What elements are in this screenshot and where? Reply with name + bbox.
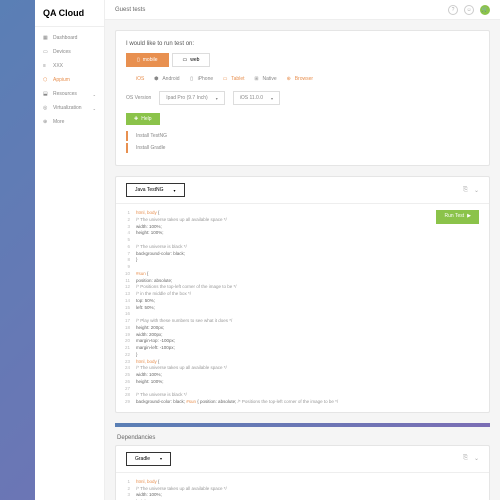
help-item-gradle[interactable]: Install Gradle xyxy=(126,143,479,153)
toggle-mobile[interactable]: ▯mobile xyxy=(126,53,169,67)
toggle-web[interactable]: ▭web xyxy=(172,53,211,67)
virtualization-icon: ◎ xyxy=(43,105,49,111)
nav-xxx[interactable]: ≡XXX xyxy=(35,59,104,73)
expand-icon[interactable]: ⌄ xyxy=(474,187,479,194)
apple-icon xyxy=(126,75,134,83)
resources-icon: ⬓ xyxy=(43,91,49,97)
sidebar: QA Cloud ▦Dashboard ▭Devices ≡XXX ⬡Appiu… xyxy=(35,0,105,500)
nav-virtualization[interactable]: ◎Virtualization⌄ xyxy=(35,101,104,115)
code-panel: Java TestNG ⎘ ⌄ Run Test▶ 12345678910111… xyxy=(115,176,490,413)
deps-editor[interactable]: 1234567 html, body { /* The universe tak… xyxy=(116,473,489,500)
dashboard-icon: ▦ xyxy=(43,35,49,41)
run-test-button[interactable]: Run Test▶ xyxy=(436,210,479,224)
more-icon: ⊕ xyxy=(43,119,49,125)
chevron-down-icon: ⌄ xyxy=(93,106,96,111)
help-icon[interactable]: ? xyxy=(448,5,458,15)
plus-icon: ✚ xyxy=(134,116,138,122)
web-icon: ▭ xyxy=(183,57,188,63)
platform-iphone[interactable]: ▯iPhone xyxy=(188,75,214,83)
nav-devices[interactable]: ▭Devices xyxy=(35,45,104,59)
devices-icon: ▭ xyxy=(43,49,49,55)
dependencies-title: Dependancies xyxy=(115,435,490,441)
topbar: Guest tests ? ☺ 🛒 xyxy=(105,0,500,20)
help-item-testng[interactable]: Install TestNG xyxy=(126,131,479,141)
browser-icon: ⊕ xyxy=(285,75,293,83)
language-dropdown[interactable]: Java TestNG xyxy=(126,183,185,197)
platform-android[interactable]: ⬢Android xyxy=(152,75,179,83)
platform-tablet[interactable]: ▭Tablet xyxy=(221,75,244,83)
android-icon: ⬢ xyxy=(152,75,160,83)
code-editor[interactable]: Run Test▶ 123456789101112131415161718192… xyxy=(116,204,489,412)
cart-icon[interactable]: 🛒 xyxy=(480,5,490,15)
tablet-icon: ▭ xyxy=(221,75,229,83)
user-icon[interactable]: ☺ xyxy=(464,5,474,15)
line-numbers: 1234567 xyxy=(120,479,130,500)
expand-icon[interactable]: ⌄ xyxy=(474,455,479,462)
native-icon: ⊞ xyxy=(253,75,261,83)
os-dropdown[interactable]: iOS 11.0.0 xyxy=(233,91,280,105)
platform-browser[interactable]: ⊕Browser xyxy=(285,75,313,83)
device-dropdown[interactable]: Ipad Pro (9.7 Inch) xyxy=(159,91,224,105)
divider-bar xyxy=(115,423,490,427)
config-heading: I would like to run test on: xyxy=(126,41,479,47)
appium-icon: ⬡ xyxy=(43,77,49,83)
deps-dropdown[interactable]: Gradle xyxy=(126,452,171,466)
version-label: OS Version xyxy=(126,95,151,101)
copy-icon[interactable]: ⎘ xyxy=(463,187,468,194)
nav-appium[interactable]: ⬡Appium xyxy=(35,73,104,87)
nav-more[interactable]: ⊕More xyxy=(35,115,104,129)
mobile-icon: ▯ xyxy=(137,57,140,63)
nav-resources[interactable]: ⬓Resources⌄ xyxy=(35,87,104,101)
copy-icon[interactable]: ⎘ xyxy=(463,455,468,462)
platform-ios[interactable]: iOS xyxy=(126,75,144,83)
app-logo: QA Cloud xyxy=(35,0,104,27)
config-panel: I would like to run test on: ▯mobile ▭we… xyxy=(115,30,490,166)
platform-native[interactable]: ⊞Native xyxy=(253,75,277,83)
help-button[interactable]: ✚Help xyxy=(126,113,160,125)
deps-panel: Gradle ⎘ ⌄ 1234567 html, body { /* The u… xyxy=(115,445,490,500)
page-title: Guest tests xyxy=(115,7,145,13)
phone-icon: ▯ xyxy=(188,75,196,83)
nav-dashboard[interactable]: ▦Dashboard xyxy=(35,31,104,45)
line-numbers: 1234567891011121314151617181920212223242… xyxy=(120,210,130,406)
chevron-down-icon: ⌄ xyxy=(93,92,96,97)
play-icon: ▶ xyxy=(467,213,471,221)
menu-icon: ≡ xyxy=(43,63,49,69)
